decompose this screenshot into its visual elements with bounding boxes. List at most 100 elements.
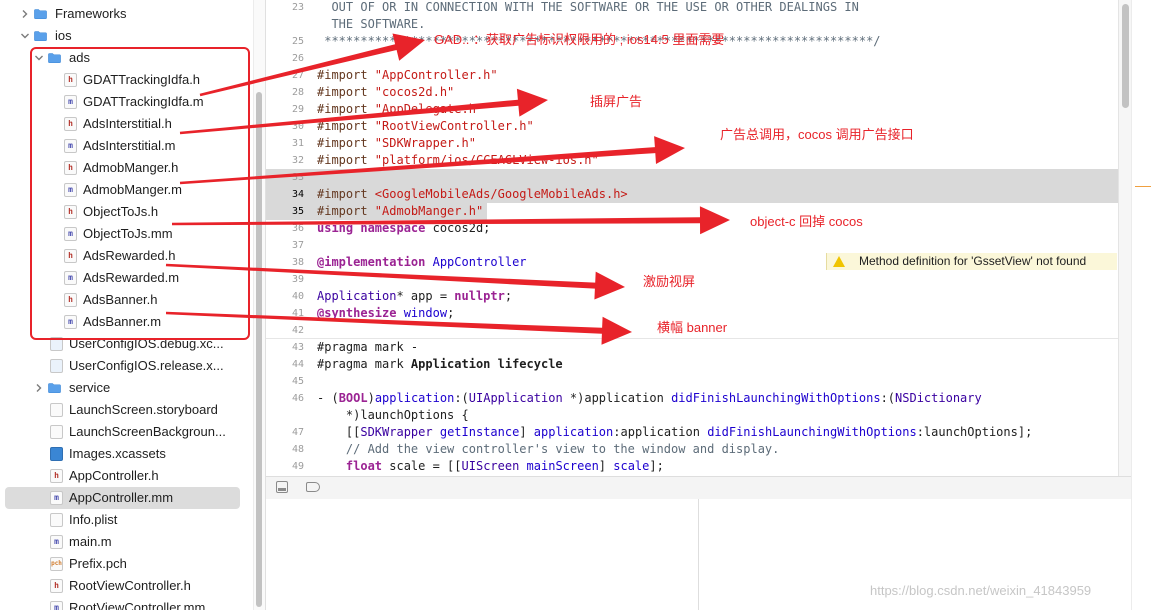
navigator-file-row[interactable]: m main.m <box>0 531 253 553</box>
hide-debug-area-button[interactable] <box>276 481 288 493</box>
navigator-group-row[interactable]: Frameworks <box>0 3 253 25</box>
code-line[interactable]: 49 float scale = [[UIScreen mainScreen] … <box>266 458 1118 475</box>
code-line[interactable]: 48 // Add the view controller's view to … <box>266 441 1118 458</box>
navigator-scrollbar[interactable] <box>253 0 266 610</box>
code-line[interactable]: 45 <box>266 373 1118 390</box>
code-token: :( <box>880 391 896 405</box>
code-token: "RootViewController.h" <box>374 119 534 133</box>
line-number: 39 <box>291 274 304 285</box>
line-number: 40 <box>291 291 304 302</box>
navigator-group-row[interactable]: ios <box>0 25 253 47</box>
code-token: UIScreen <box>461 459 520 473</box>
code-line[interactable]: 40 Application* app = nullptr; <box>266 288 1118 305</box>
folder-icon <box>34 31 47 42</box>
navigator-scroll-thumb[interactable] <box>256 92 262 607</box>
code-token: THE SOFTWARE. <box>317 17 426 31</box>
code-token: ) <box>367 391 375 405</box>
navigator-item-label: RootViewController.h <box>69 578 191 593</box>
code-token: didFinishLaunchingWithOptions <box>707 425 917 439</box>
annotation-label-banner: 横幅 banner <box>657 320 728 335</box>
code-line[interactable]: 23 OUT OF OR IN CONNECTION WITH THE SOFT… <box>266 0 1118 16</box>
navigator-file-row[interactable]: m RootViewController.mm <box>0 597 253 610</box>
navigator-item-label: AppController.mm <box>69 490 174 505</box>
code-token: #import <box>317 187 375 201</box>
navigator-file-row[interactable]: h RootViewController.h <box>0 575 253 597</box>
editor-section-divider <box>266 338 1118 339</box>
chevron-right-icon[interactable] <box>34 383 44 393</box>
navigator-group-row[interactable]: service <box>0 377 253 399</box>
code-line[interactable]: 28 #import "cocos2d.h" <box>266 84 1118 101</box>
code-token: nullptr <box>454 289 505 303</box>
chevron-down-icon[interactable] <box>20 31 30 41</box>
storyboard-file-icon <box>50 403 63 417</box>
code-token: OUT OF OR IN CONNECTION WITH THE SOFTWAR… <box>317 0 859 14</box>
code-text: *)launchOptions { <box>317 407 469 424</box>
folder-icon <box>48 383 61 394</box>
annotation-label-idfa: GAD.. ：获取广告标识权限用的 ; ios14.5 里面需要 <box>434 32 725 47</box>
code-line[interactable]: 47 [[SDKWrapper getInstance] application… <box>266 424 1118 441</box>
navigator-item-label: LaunchScreenBackgroun... <box>69 424 226 439</box>
code-line[interactable]: 32 #import "platform/ios/CCEAGLView-ios.h… <box>266 152 1118 169</box>
line-number: 28 <box>291 87 304 98</box>
minimap-strip <box>1131 0 1151 610</box>
code-text: @implementation AppController <box>317 254 527 271</box>
code-token: // Add the view controller's view to the… <box>317 442 780 456</box>
source-editor[interactable]: 23 OUT OF OR IN CONNECTION WITH THE SOFT… <box>266 0 1118 476</box>
code-text: @synthesize window; <box>317 305 454 322</box>
xcode-window: Frameworks ios ads h GDATTrackingIdfa.h m GDAT… <box>0 0 1151 610</box>
breakpoints-toggle-button[interactable] <box>306 482 320 492</box>
navigator-file-row[interactable]: LaunchScreen.storyboard <box>0 399 253 421</box>
code-line[interactable]: 31 #import "SDKWrapper.h" <box>266 135 1118 152</box>
code-line[interactable]: 33 <box>266 169 1118 186</box>
code-line[interactable]: 44 #pragma mark Application lifecycle <box>266 356 1118 373</box>
navigator-file-row[interactable]: m AppController.mm <box>0 487 253 509</box>
code-token: ; <box>504 289 513 303</box>
code-token: window <box>403 306 448 320</box>
code-token: ; <box>447 306 455 320</box>
code-token: using namespace <box>317 221 433 235</box>
line-number: 44 <box>291 359 304 370</box>
code-token: [[ <box>317 425 361 439</box>
variables-view[interactable] <box>266 499 699 610</box>
code-token: * app = <box>396 289 455 303</box>
line-number: 29 <box>291 104 304 115</box>
navigator-item-label: Frameworks <box>55 6 127 21</box>
line-number: 31 <box>291 138 304 149</box>
code-token: "platform/ios/CCEAGLView-ios.h" <box>374 153 599 167</box>
line-number: 37 <box>291 240 304 251</box>
chevron-right-icon[interactable] <box>20 9 30 19</box>
objc-file-icon: m <box>50 601 63 610</box>
code-line[interactable]: 26 <box>266 50 1118 67</box>
code-text: #import "SDKWrapper.h" <box>317 135 476 152</box>
code-text: THE SOFTWARE. <box>317 16 425 33</box>
code-token: - ( <box>317 391 339 405</box>
issue-warning-badge[interactable]: Method definition for 'GssetView' not fo… <box>826 253 1117 270</box>
code-line[interactable]: *)launchOptions { <box>266 407 1118 424</box>
navigator-file-row[interactable]: Info.plist <box>0 509 253 531</box>
warning-message: Method definition for 'GssetView' not fo… <box>859 254 1087 268</box>
code-line[interactable]: 37 <box>266 237 1118 254</box>
navigator-file-row[interactable]: LaunchScreenBackgroun... <box>0 421 253 443</box>
navigator-file-row[interactable]: pch Prefix.pch <box>0 553 253 575</box>
code-line[interactable]: 35 #import "AdmobManger.h" <box>266 203 1118 220</box>
code-line[interactable]: THE SOFTWARE. <box>266 16 1118 33</box>
navigator-file-row[interactable]: h AppController.h <box>0 465 253 487</box>
code-line[interactable]: 27 #import "AppController.h" <box>266 67 1118 84</box>
editor-scrollbar[interactable] <box>1118 0 1132 476</box>
code-line[interactable]: 46- (BOOL)application:(UIApplication *)a… <box>266 390 1118 407</box>
navigator-file-row[interactable]: UserConfigIOS.release.x... <box>0 355 253 377</box>
code-line[interactable]: 36 using namespace cocos2d; <box>266 220 1118 237</box>
line-number: 34 <box>291 189 304 200</box>
editor-scroll-thumb[interactable] <box>1122 4 1129 108</box>
navigator-file-row[interactable]: Images.xcassets <box>0 443 253 465</box>
annotation-label-rewarded: 激励视屏 <box>643 274 696 289</box>
code-token: ] <box>519 425 534 439</box>
code-line[interactable]: 30 #import "RootViewController.h" <box>266 118 1118 135</box>
code-line[interactable]: 29 #import "AppDelegate.h" <box>266 101 1118 118</box>
navigator-item-label: Prefix.pch <box>69 556 127 571</box>
code-line[interactable]: 34 #import <GoogleMobileAds/GoogleMobileA… <box>266 186 1118 203</box>
code-line[interactable]: 43 #pragma mark - <box>266 339 1118 356</box>
line-number: 23 <box>291 2 304 13</box>
